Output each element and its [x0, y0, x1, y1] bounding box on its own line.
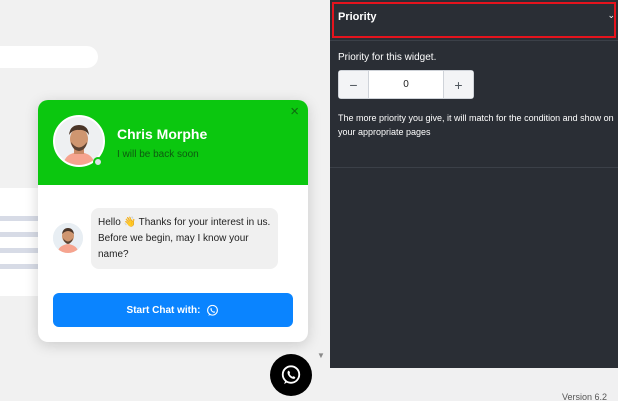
- message-bubble: Hello 👋 Thanks for your interest in us. …: [91, 208, 278, 269]
- priority-field-label: Priority for this widget.: [338, 52, 437, 63]
- placeholder-line: [0, 264, 40, 269]
- placeholder-bar: [0, 46, 98, 68]
- status-indicator: [93, 157, 103, 167]
- priority-stepper[interactable]: − 0 +: [338, 70, 474, 99]
- message-avatar: [53, 223, 83, 253]
- preview-area: ▼ × Chris Morphe I will be back soon Hel…: [0, 0, 330, 401]
- version-label: Version 6.2: [562, 392, 608, 401]
- chat-widget: × Chris Morphe I will be back soon Hello…: [38, 100, 308, 342]
- placeholder-line: [0, 232, 40, 237]
- placeholder-line: [0, 248, 40, 253]
- priority-value[interactable]: 0: [369, 71, 443, 98]
- whatsapp-icon: [207, 304, 219, 316]
- increment-button[interactable]: +: [443, 71, 473, 98]
- divider: [330, 167, 618, 168]
- priority-help-text: The more priority you give, it will matc…: [338, 113, 614, 137]
- scroll-down-arrow[interactable]: ▼: [317, 352, 325, 360]
- placeholder-line: [0, 216, 40, 221]
- whatsapp-icon: [281, 365, 301, 385]
- start-chat-label: Start Chat with:: [126, 304, 201, 316]
- floating-whatsapp-button[interactable]: [270, 354, 312, 396]
- divider: [330, 40, 618, 41]
- highlight-box: [332, 2, 616, 38]
- agent-name: Chris Morphe: [117, 126, 208, 142]
- decrement-button[interactable]: −: [339, 71, 369, 98]
- close-icon[interactable]: ×: [290, 104, 299, 119]
- priority-section-header[interactable]: Priority ⌄: [330, 0, 618, 40]
- settings-panel: Priority ⌄ Priority for this widget. − 0…: [330, 0, 618, 368]
- start-chat-button[interactable]: Start Chat with:: [53, 293, 293, 327]
- agent-status: I will be back soon: [117, 149, 199, 160]
- scrollbar[interactable]: [314, 0, 329, 365]
